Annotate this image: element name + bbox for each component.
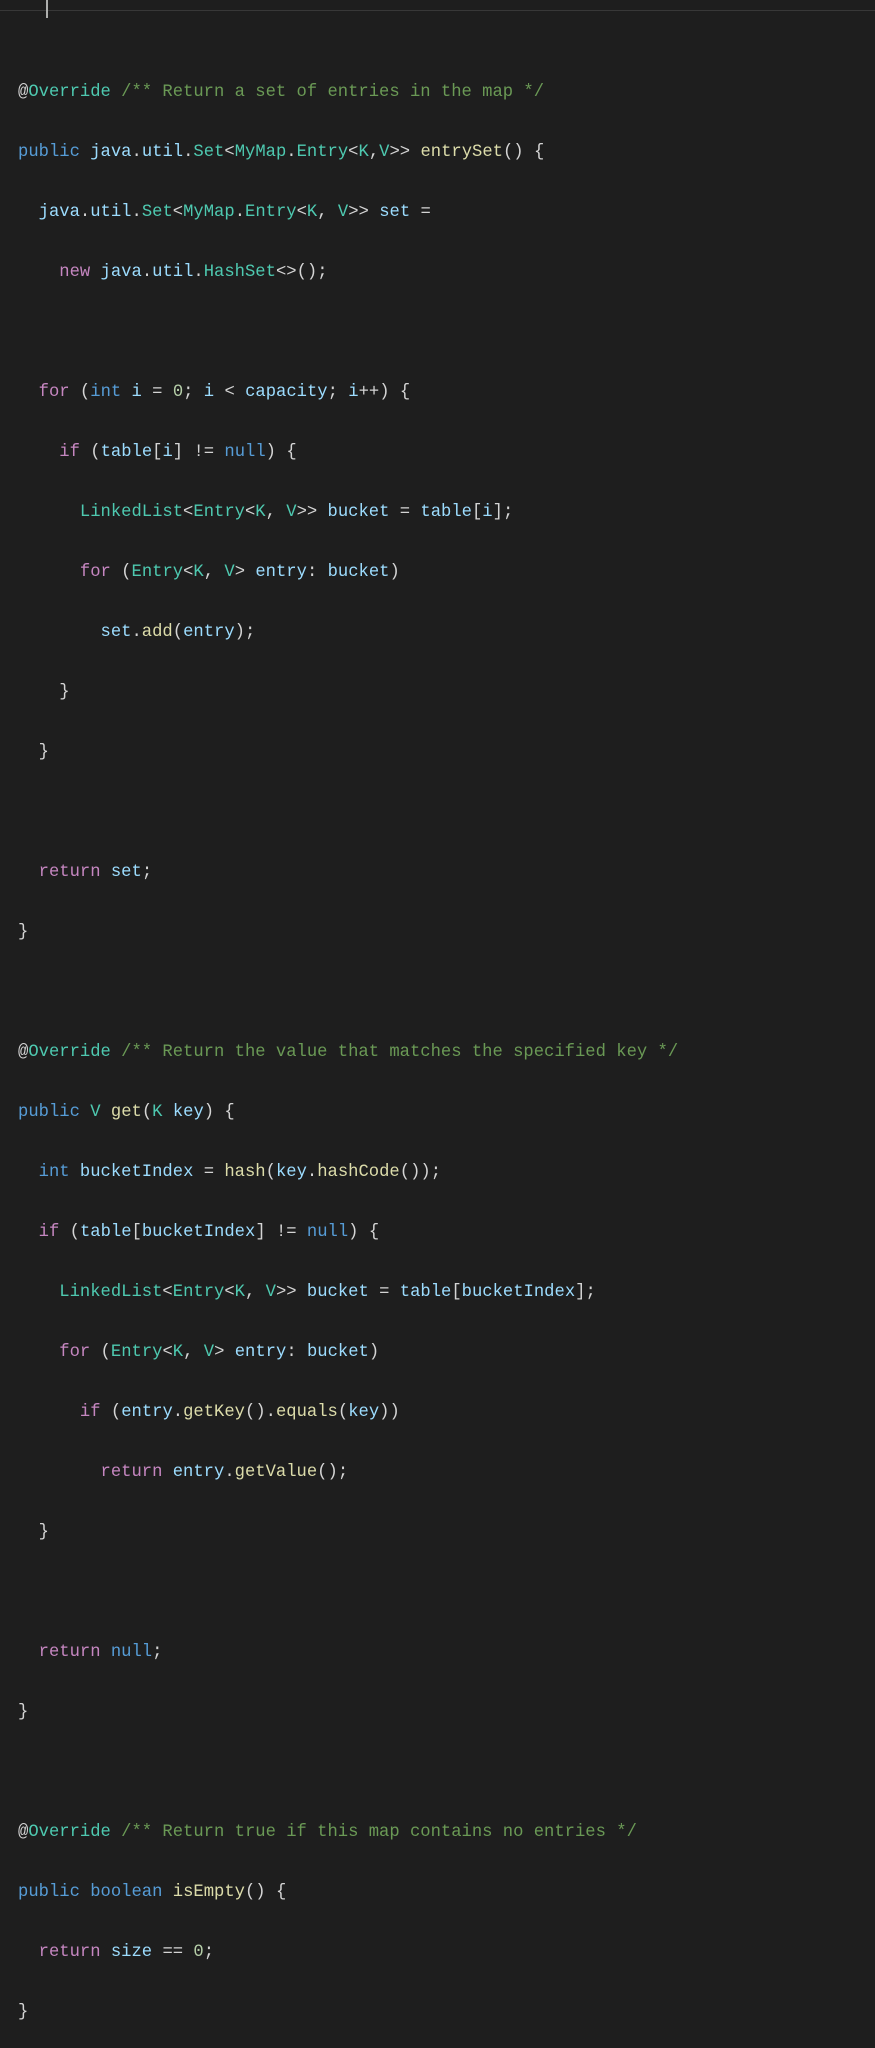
code-line [18, 798, 875, 828]
code-line [18, 1578, 875, 1608]
code-line: } [18, 1698, 875, 1728]
code-line: return entry.getValue(); [18, 1458, 875, 1488]
code-line: } [18, 738, 875, 768]
code-line: if (table[bucketIndex] != null) { [18, 1218, 875, 1248]
code-line: for (Entry<K, V> entry: bucket) [18, 558, 875, 588]
comment: /** Return true if this map contains no … [121, 1823, 637, 1842]
code-editor[interactable]: @Override /** Return a set of entries in… [0, 0, 875, 2048]
code-line: return size == 0; [18, 1938, 875, 1968]
code-line: return set; [18, 858, 875, 888]
code-line: } [18, 1998, 875, 2028]
code-line: public java.util.Set<MyMap.Entry<K,V>> e… [18, 138, 875, 168]
code-line: LinkedList<Entry<K, V>> bucket = table[i… [18, 498, 875, 528]
code-line: for (Entry<K, V> entry: bucket) [18, 1338, 875, 1368]
code-line: set.add(entry); [18, 618, 875, 648]
code-line [18, 318, 875, 348]
code-line [18, 1758, 875, 1788]
code-line: } [18, 918, 875, 948]
code-line: for (int i = 0; i < capacity; i++) { [18, 378, 875, 408]
code-line: @Override /** Return true if this map co… [18, 1818, 875, 1848]
code-line: new java.util.HashSet<>(); [18, 258, 875, 288]
comment: /** Return the value that matches the sp… [121, 1043, 678, 1062]
code-line: @Override /** Return the value that matc… [18, 1038, 875, 1068]
code-line: } [18, 678, 875, 708]
code-line: java.util.Set<MyMap.Entry<K, V>> set = [18, 198, 875, 228]
code-line: } [18, 1518, 875, 1548]
code-line: if (entry.getKey().equals(key)) [18, 1398, 875, 1428]
code-line: int bucketIndex = hash(key.hashCode()); [18, 1158, 875, 1188]
code-line: public boolean isEmpty() { [18, 1878, 875, 1908]
code-line: LinkedList<Entry<K, V>> bucket = table[b… [18, 1278, 875, 1308]
code-line: public V get(K key) { [18, 1098, 875, 1128]
code-line [18, 978, 875, 1008]
text-cursor [46, 0, 48, 18]
code-line: if (table[i] != null) { [18, 438, 875, 468]
code-line: return null; [18, 1638, 875, 1668]
code-line: @Override /** Return a set of entries in… [18, 78, 875, 108]
comment: /** Return a set of entries in the map *… [121, 83, 544, 102]
